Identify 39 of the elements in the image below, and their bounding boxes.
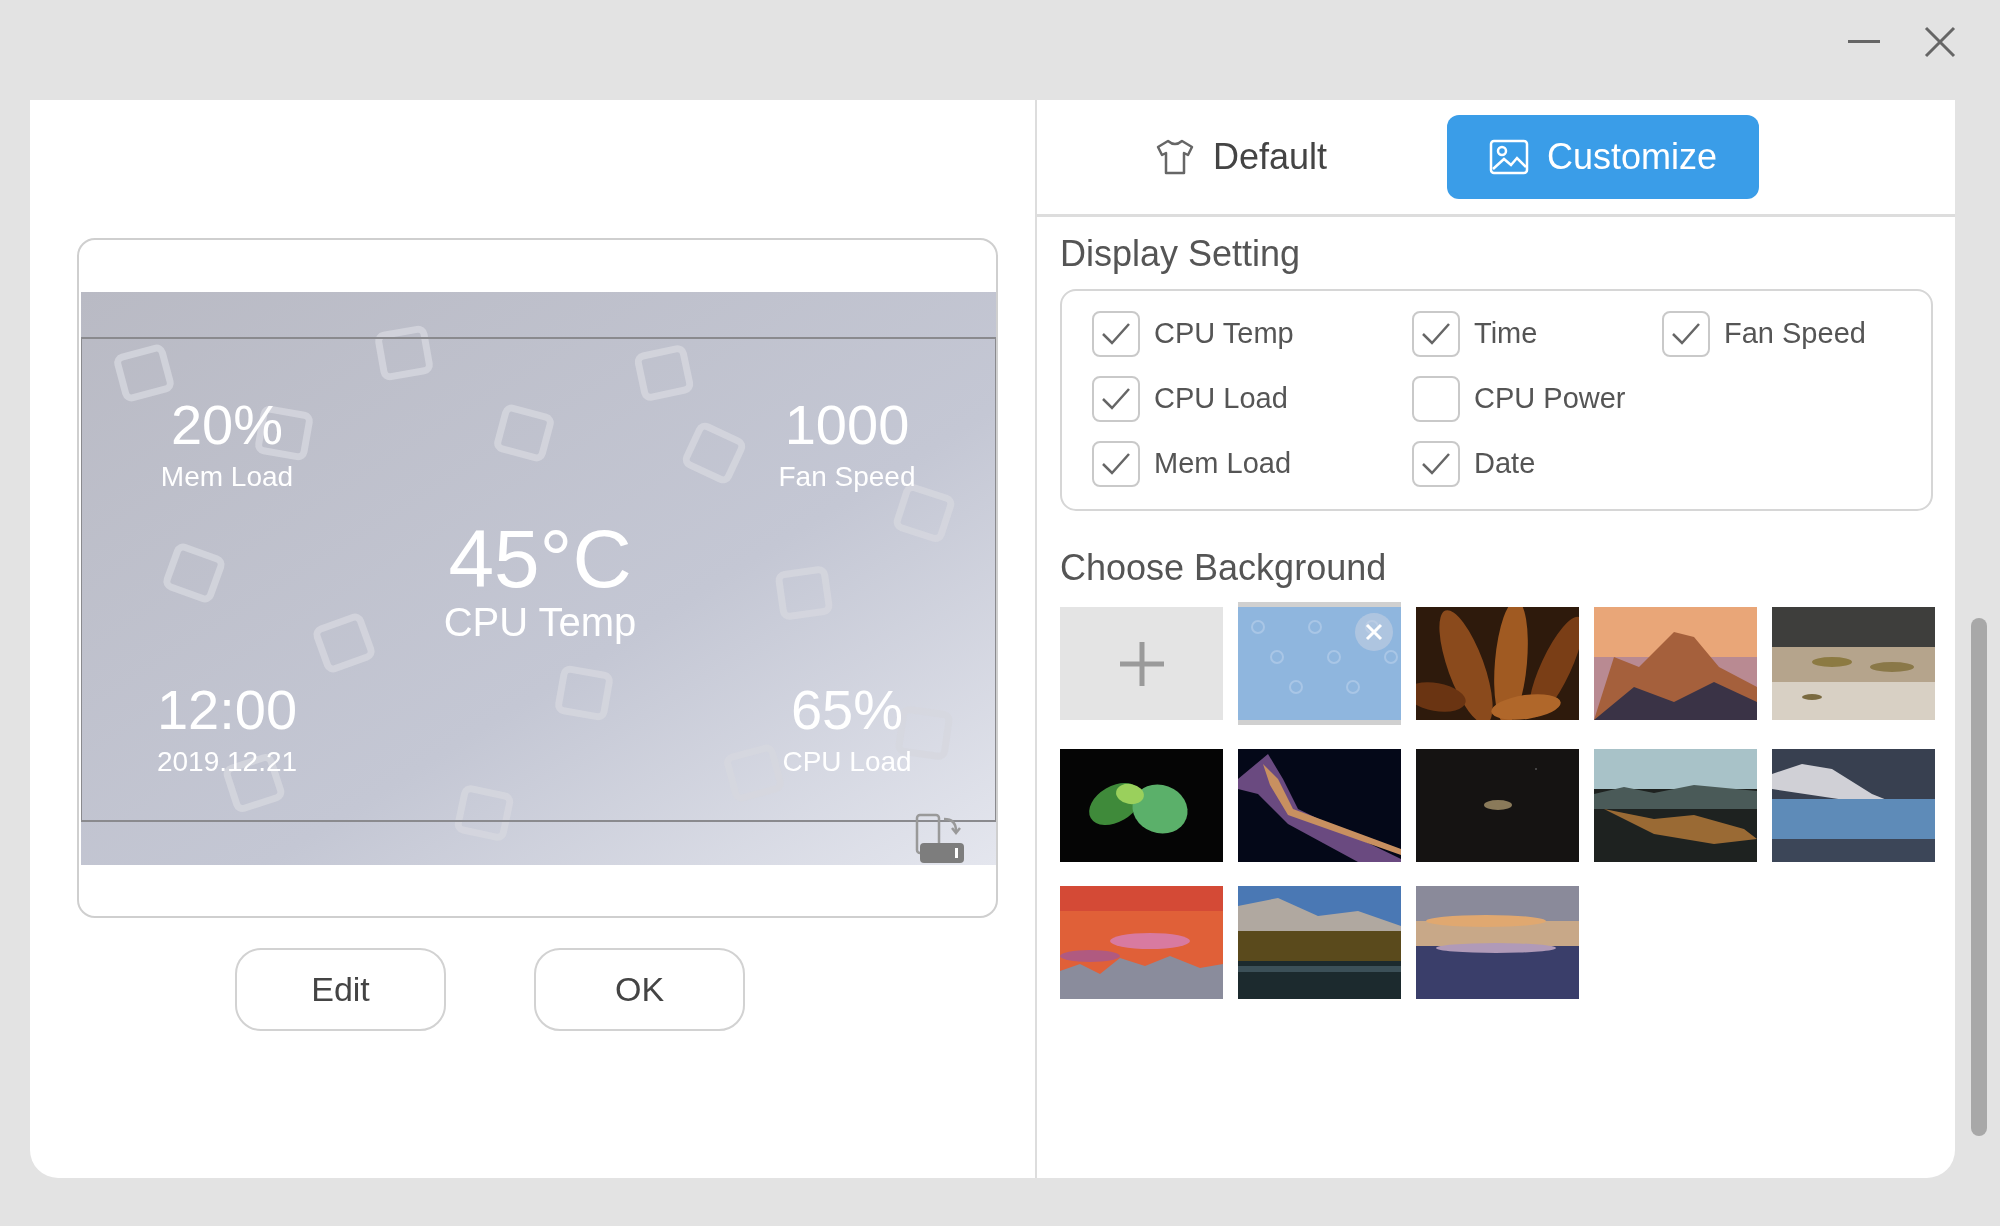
checkbox[interactable] [1092,311,1140,357]
checkbox[interactable] [1412,311,1460,357]
edit-button[interactable]: Edit [235,948,446,1031]
plus-icon [1117,639,1166,688]
check-icon [1100,386,1132,412]
checkbox-label: Fan Speed [1724,316,1866,352]
checkbox-label: CPU Load [1154,381,1288,417]
checkbox-label: Date [1474,446,1536,482]
readout-label: 2019.12.21 [156,744,298,779]
checkbox[interactable] [1092,376,1140,422]
check-icon [1100,321,1132,347]
readout-value: 20% [170,394,284,456]
close-icon [1365,623,1383,641]
checkbox-label: Time [1474,316,1538,352]
checkbox[interactable] [1412,376,1460,422]
ok-button[interactable]: OK [534,948,745,1031]
readout-value: 1000 [784,394,910,456]
minimize-icon [1848,40,1880,44]
tab[interactable]: Default [1125,115,1358,199]
checkbox[interactable] [1092,441,1140,487]
checkbox[interactable] [1412,441,1460,487]
readout-label: Mem Load [160,459,294,494]
check-icon [1670,321,1702,347]
scrollbar[interactable] [1971,618,1987,1136]
check-icon [1100,451,1132,477]
section-title: Choose Background [1060,546,1388,590]
check-icon [1420,451,1452,477]
checkbox-label: CPU Temp [1154,316,1294,352]
close-icon [1924,26,1956,58]
rotate-icon [914,813,966,865]
checkbox[interactable] [1662,311,1710,357]
checkbox-label: Mem Load [1154,446,1291,482]
readout-label: Fan Speed [778,459,916,494]
checkbox-label: CPU Power [1474,381,1626,417]
check-icon [1420,321,1452,347]
shirt-icon [1155,137,1195,177]
image-icon [1489,139,1530,175]
readout-value: 12:00 [156,679,298,741]
section-title: Display Setting [1060,232,1302,276]
